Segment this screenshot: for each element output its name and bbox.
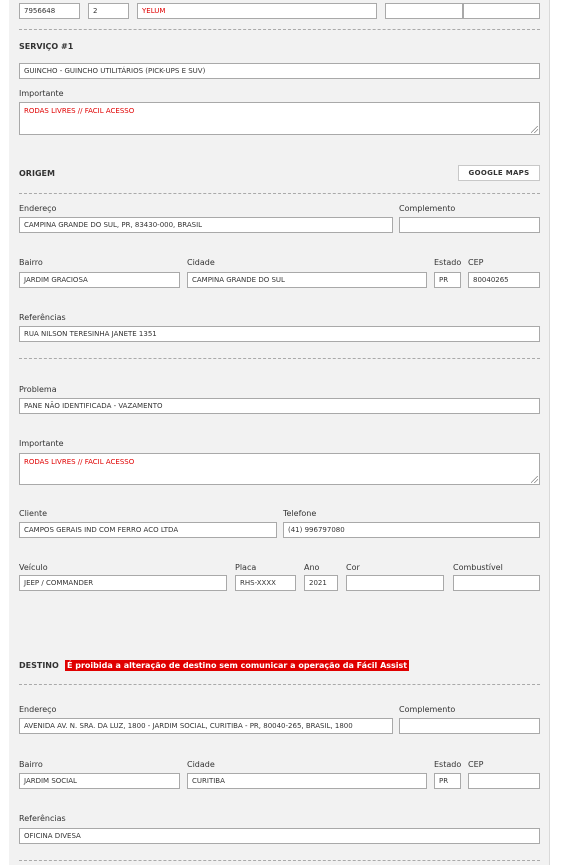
resize-grip-icon[interactable] bbox=[531, 476, 538, 483]
resize-grip-icon[interactable] bbox=[531, 126, 538, 133]
combustivel-label: Combustível bbox=[453, 563, 503, 572]
telefone-field[interactable]: (41) 996797080 bbox=[283, 522, 540, 538]
placa-label: Placa bbox=[235, 563, 257, 572]
problema-label: Problema bbox=[19, 385, 57, 394]
top-field-4[interactable] bbox=[385, 3, 463, 19]
origem-complemento-label: Complemento bbox=[399, 204, 456, 213]
divider bbox=[19, 193, 540, 194]
origem-cidade-field[interactable]: CAMPINA GRANDE DO SUL bbox=[187, 272, 427, 288]
destino-referencias-field[interactable]: OFICINA DIVESA bbox=[19, 828, 540, 844]
origem-title: ORIGEM bbox=[19, 169, 55, 178]
destino-endereco-field[interactable]: AVENIDA AV. N. SRA. DA LUZ, 1800 - JARDI… bbox=[19, 718, 393, 734]
cliente-field[interactable]: CAMPOS GERAIS IND COM FERRO ACO LTDA bbox=[19, 522, 277, 538]
destino-cep-field[interactable] bbox=[468, 773, 540, 789]
placa-field[interactable]: RHS-XXXX bbox=[235, 575, 296, 591]
destino-cidade-label: Cidade bbox=[187, 760, 215, 769]
destino-bairro-field[interactable]: JARDIM SOCIAL bbox=[19, 773, 180, 789]
cor-label: Cor bbox=[346, 563, 360, 572]
destino-estado-field[interactable]: PR bbox=[434, 773, 461, 789]
problema-field[interactable]: PANE NÃO IDENTIFICADA - VAZAMENTO bbox=[19, 398, 540, 414]
cor-field[interactable] bbox=[346, 575, 444, 591]
origem-endereco-label: Endereço bbox=[19, 204, 57, 213]
top-field-2[interactable]: 2 bbox=[88, 3, 129, 19]
divider bbox=[19, 860, 540, 861]
destino-cidade-field[interactable]: CURITIBA bbox=[187, 773, 427, 789]
top-field-5[interactable] bbox=[463, 3, 540, 19]
origem-cidade-label: Cidade bbox=[187, 258, 215, 267]
origem-cep-field[interactable]: 80040265 bbox=[468, 272, 540, 288]
problema-importante-textarea[interactable]: RODAS LIVRES // FACIL ACESSO bbox=[19, 453, 540, 485]
telefone-label: Telefone bbox=[283, 509, 317, 518]
origem-estado-field[interactable]: PR bbox=[434, 272, 461, 288]
destino-cep-label: CEP bbox=[468, 760, 484, 769]
destino-referencias-label: Referências bbox=[19, 814, 66, 823]
servico-importante-textarea[interactable]: RODAS LIVRES // FACIL ACESSO bbox=[19, 102, 540, 135]
ano-label: Ano bbox=[304, 563, 320, 572]
servico-importante-text: RODAS LIVRES // FACIL ACESSO bbox=[24, 107, 135, 115]
destino-bairro-label: Bairro bbox=[19, 760, 43, 769]
divider bbox=[19, 358, 540, 359]
origem-referencias-field[interactable]: RUA NILSON TERESINHA JANETE 1351 bbox=[19, 326, 540, 342]
problema-importante-text: RODAS LIVRES // FACIL ACESSO bbox=[24, 458, 135, 466]
veiculo-field[interactable]: JEEP / COMMANDER bbox=[19, 575, 227, 591]
servico-title: SERVIÇO #1 bbox=[19, 42, 74, 51]
servico-tipo-field[interactable]: GUINCHO - GUINCHO UTILITÁRIOS (PICK-UPS … bbox=[19, 63, 540, 79]
origem-complemento-field[interactable] bbox=[399, 217, 540, 233]
top-field-1[interactable]: 7956648 bbox=[19, 3, 80, 19]
combustivel-field[interactable] bbox=[453, 575, 540, 591]
google-maps-button[interactable]: GOOGLE MAPS bbox=[458, 165, 540, 181]
origem-referencias-label: Referências bbox=[19, 313, 66, 322]
destino-warning-badge: É proibida a alteração de destino sem co… bbox=[65, 660, 410, 671]
origem-cep-label: CEP bbox=[468, 258, 484, 267]
servico-importante-label: Importante bbox=[19, 89, 64, 98]
destino-estado-label: Estado bbox=[434, 760, 462, 769]
origem-estado-label: Estado bbox=[434, 258, 462, 267]
destino-title: DESTINO bbox=[19, 661, 59, 670]
veiculo-label: Veículo bbox=[19, 563, 48, 572]
divider bbox=[19, 29, 540, 30]
ano-field[interactable]: 2021 bbox=[304, 575, 338, 591]
divider bbox=[19, 684, 540, 685]
cliente-label: Cliente bbox=[19, 509, 48, 518]
destino-complemento-label: Complemento bbox=[399, 705, 456, 714]
destino-endereco-label: Endereço bbox=[19, 705, 57, 714]
problema-importante-label: Importante bbox=[19, 439, 64, 448]
destino-complemento-field[interactable] bbox=[399, 718, 540, 734]
origem-endereco-field[interactable]: CAMPINA GRANDE DO SUL, PR, 83430-000, BR… bbox=[19, 217, 393, 233]
origem-bairro-label: Bairro bbox=[19, 258, 43, 267]
origem-bairro-field[interactable]: JARDIM GRACIOSA bbox=[19, 272, 180, 288]
top-field-3[interactable]: YELUM bbox=[137, 3, 377, 19]
